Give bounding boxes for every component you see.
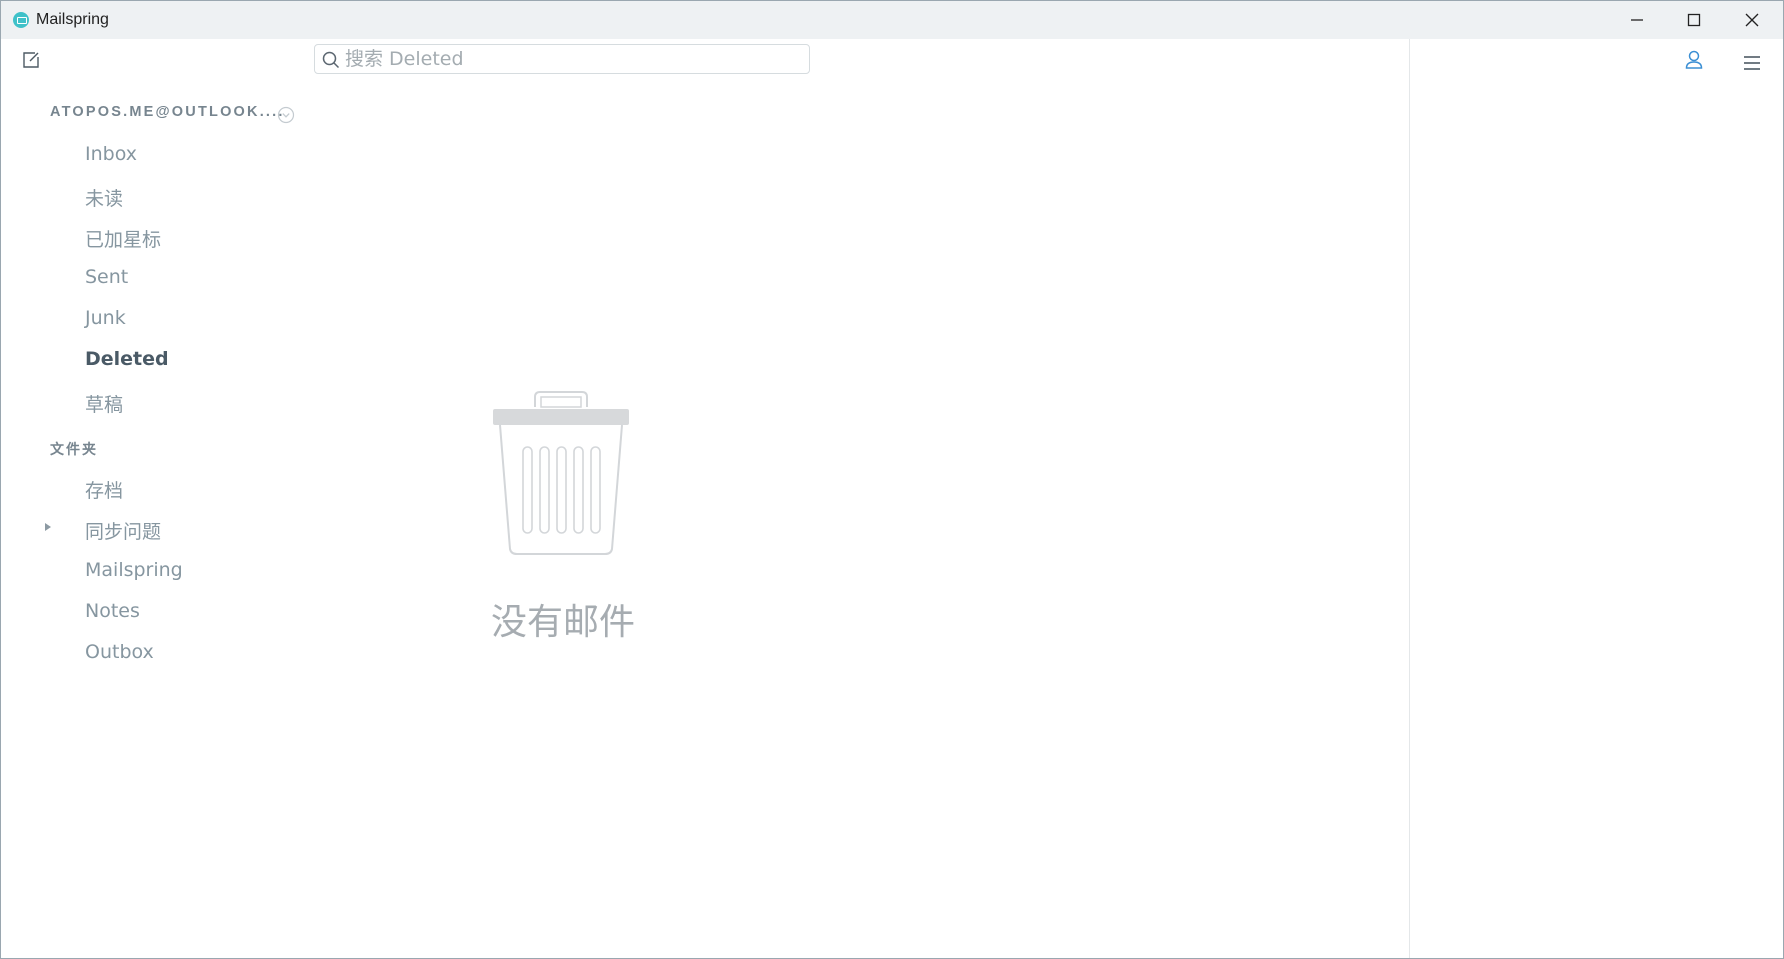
title-bar: Mailspring xyxy=(1,1,1783,39)
compose-icon xyxy=(23,52,39,68)
search-input[interactable] xyxy=(345,45,795,73)
sidebar-item-unread[interactable]: 未读 xyxy=(85,184,123,211)
sidebar-item-notes[interactable]: Notes xyxy=(85,600,140,622)
empty-state-message: 没有邮件 xyxy=(491,602,636,643)
close-button[interactable] xyxy=(1723,1,1781,39)
chevron-down-circle-icon xyxy=(277,106,295,124)
folders-section-header: 文件夹 xyxy=(50,442,98,458)
expand-folder-arrow-icon[interactable] xyxy=(45,523,51,531)
maximize-button[interactable] xyxy=(1665,1,1723,39)
sidebar-item-outbox[interactable]: Outbox xyxy=(85,641,154,663)
account-header[interactable]: ATOPOS.ME@OUTLOOK.... xyxy=(50,104,285,120)
window-title: Mailspring xyxy=(36,11,109,28)
compose-button[interactable] xyxy=(21,50,41,70)
app-window: Mailspring 搜索 Deleted ATOPOS.ME@OUTLOOK.… xyxy=(0,0,1784,959)
sidebar-item-deleted[interactable]: Deleted xyxy=(85,348,169,370)
search-icon xyxy=(322,51,340,69)
close-icon xyxy=(1745,13,1759,27)
mailspring-logo-icon xyxy=(13,12,29,28)
hamburger-menu-icon xyxy=(1744,56,1760,70)
trash-can-icon xyxy=(493,391,629,555)
sidebar-item-archive[interactable]: 存档 xyxy=(85,476,123,503)
sidebar-item-drafts[interactable]: 草稿 xyxy=(85,390,123,417)
minimize-icon xyxy=(1631,19,1643,21)
search-box[interactable] xyxy=(314,44,810,74)
contact-sidebar-button[interactable] xyxy=(1683,49,1705,71)
sidebar-item-sync-issues[interactable]: 同步问题 xyxy=(85,517,161,544)
sidebar-item-inbox[interactable]: Inbox xyxy=(85,143,137,165)
person-icon xyxy=(1685,50,1703,69)
sidebar-item-mailspring[interactable]: Mailspring xyxy=(85,559,183,581)
sidebar-item-junk[interactable]: Junk xyxy=(85,307,126,329)
thread-pane-divider[interactable] xyxy=(1409,39,1410,958)
maximize-icon xyxy=(1687,13,1701,27)
minimize-button[interactable] xyxy=(1608,1,1666,39)
account-collapse-toggle[interactable] xyxy=(277,106,295,124)
sidebar-item-sent[interactable]: Sent xyxy=(85,266,128,288)
app-menu-button[interactable] xyxy=(1741,53,1763,73)
sidebar-item-starred[interactable]: 已加星标 xyxy=(85,225,161,252)
